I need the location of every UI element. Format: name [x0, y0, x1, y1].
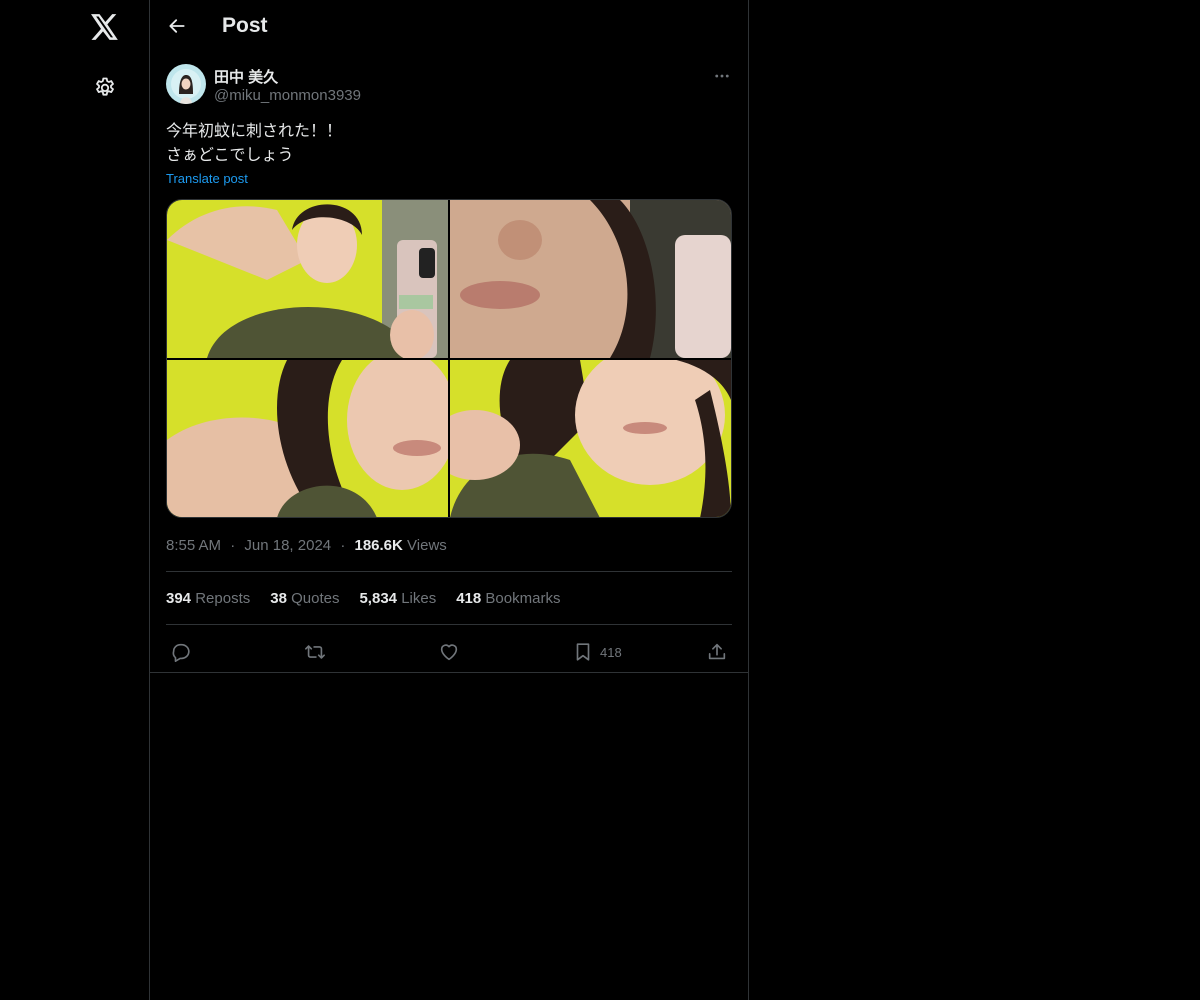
likes-label: Likes: [401, 590, 437, 607]
post-text-line: 今年初蚊に刺された！！: [166, 123, 343, 140]
likes-count: 5,834: [359, 590, 398, 607]
post-time[interactable]: 8:55 AM: [166, 537, 221, 554]
repost-icon: [305, 645, 325, 659]
quotes-label: Quotes: [291, 590, 340, 607]
like-button[interactable]: [438, 637, 460, 667]
gear-icon[interactable]: [88, 70, 122, 104]
post-date[interactable]: Jun 18, 2024: [244, 537, 331, 554]
reposts-stat[interactable]: 394 Reposts: [166, 590, 250, 607]
post: 田中 美久 @miku_monmon3939 今年初蚊に刺された！！ さぁどこで…: [150, 54, 748, 673]
media-photo-1[interactable]: [167, 200, 448, 358]
divider: [166, 571, 732, 572]
author-handle[interactable]: @miku_monmon3939: [214, 87, 361, 104]
bookmarks-label: Bookmarks: [485, 590, 561, 607]
quotes-count: 38: [270, 590, 287, 607]
page-title: Post: [222, 14, 268, 37]
post-text-line: さぁどこでしょう: [166, 147, 294, 164]
media-photo-2[interactable]: [450, 200, 731, 358]
post-stats: 394 Reposts 38 Quotes 5,834 Likes 418 Bo…: [166, 590, 560, 607]
views-count: 186.6K: [354, 537, 403, 554]
media-grid: [166, 199, 732, 518]
likes-stat[interactable]: 5,834 Likes: [359, 590, 436, 607]
author-display-name[interactable]: 田中 美久: [214, 66, 278, 87]
reply-button[interactable]: [170, 637, 192, 667]
action-bar: 418: [150, 637, 748, 669]
arrow-left-icon[interactable]: [164, 13, 190, 39]
x-logo-icon[interactable]: [88, 10, 122, 44]
app-root: Post 田中 美久 @miku_monmon3939 今年初蚊に刺された！！ …: [0, 0, 1200, 1000]
bookmarks-stat[interactable]: 418 Bookmarks: [456, 590, 560, 607]
repost-button[interactable]: [304, 637, 326, 667]
meta-separator: ·: [230, 537, 236, 554]
post-meta: 8:55 AM · Jun 18, 2024 · 186.6K Views: [166, 537, 447, 554]
reposts-label: Reposts: [195, 590, 251, 607]
heart-icon: [440, 644, 458, 661]
media-photo-3[interactable]: [167, 360, 448, 517]
translate-post-link[interactable]: Translate post: [166, 171, 248, 186]
page-header: Post: [150, 0, 748, 54]
post-text: 今年初蚊に刺された！！ さぁどこでしょう: [166, 120, 732, 168]
bookmarks-count: 418: [456, 590, 482, 607]
media-photo-4[interactable]: [450, 360, 731, 517]
share-icon: [708, 643, 726, 660]
divider: [166, 624, 732, 625]
share-button[interactable]: [706, 637, 728, 667]
more-options-icon[interactable]: [710, 64, 734, 88]
avatar[interactable]: [166, 64, 206, 104]
views-label: Views: [407, 537, 447, 554]
bookmark-button[interactable]: 418: [572, 637, 622, 667]
bookmark-count: 418: [600, 644, 622, 660]
bookmark-icon: [576, 643, 590, 661]
main-column: Post 田中 美久 @miku_monmon3939 今年初蚊に刺された！！ …: [149, 0, 749, 1000]
quotes-stat[interactable]: 38 Quotes: [270, 590, 339, 607]
reply-icon: [172, 643, 190, 662]
reposts-count: 394: [166, 590, 192, 607]
meta-separator: ·: [340, 537, 346, 554]
left-nav: [0, 0, 150, 1000]
